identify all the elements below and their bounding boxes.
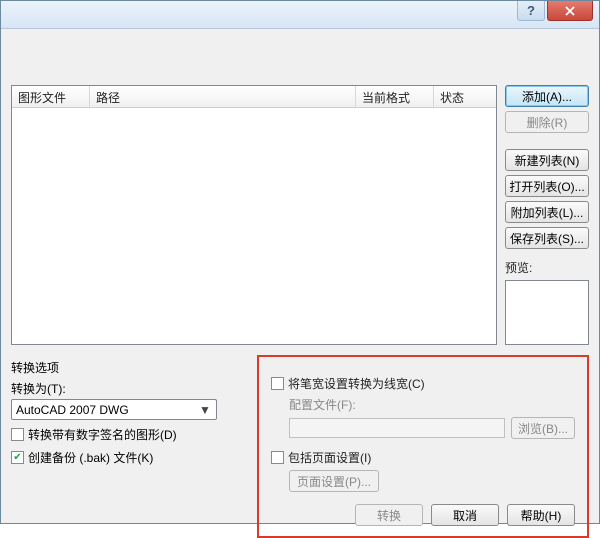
content-frame: 图形文件 路径 当前格式 状态 添加(A)... 删除(R) 新建列表(N) 打… [11, 85, 589, 513]
table-header: 图形文件 路径 当前格式 状态 [12, 86, 496, 108]
browse-button: 浏览(B)... [511, 417, 575, 439]
open-list-button[interactable]: 打开列表(O)... [505, 175, 589, 197]
col-format[interactable]: 当前格式 [356, 86, 434, 107]
chk-penwidth-label: 将笔宽设置转换为线宽(C) [288, 375, 425, 392]
convert-button: 转换 [355, 504, 423, 526]
col-status[interactable]: 状态 [434, 86, 496, 107]
top-area: 图形文件 路径 当前格式 状态 添加(A)... 删除(R) 新建列表(N) 打… [11, 85, 589, 345]
col-path[interactable]: 路径 [90, 86, 356, 107]
convert-group-title: 转换选项 [11, 359, 247, 376]
convert-to-combo[interactable]: AutoCAD 2007 DWG ▼ [11, 399, 217, 420]
help-icon: ? [527, 3, 535, 18]
chk-pagesetup-row[interactable]: 包括页面设置(I) [271, 449, 575, 466]
config-file-row: 配置文件(F): [289, 396, 575, 413]
chk-pagesetup-label: 包括页面设置(I) [288, 449, 371, 466]
cancel-button[interactable]: 取消 [431, 504, 499, 526]
new-list-button[interactable]: 新建列表(N) [505, 149, 589, 171]
checkbox-pagesetup[interactable] [271, 451, 284, 464]
config-file-label: 配置文件(F): [289, 396, 356, 413]
help-dialog-button[interactable]: 帮助(H) [507, 504, 575, 526]
chk-backup-row[interactable]: ✔ 创建备份 (.bak) 文件(K) [11, 449, 247, 466]
pagesetup-button: 页面设置(P)... [289, 470, 379, 492]
file-table[interactable]: 图形文件 路径 当前格式 状态 [11, 85, 497, 345]
convert-to-label: 转换为(T): [11, 380, 247, 397]
dialog-window: ? 图形文件 路径 当前格式 状态 添加(A) [0, 0, 600, 524]
preview-label: 预览: [505, 259, 589, 276]
highlighted-settings: 将笔宽设置转换为线宽(C) 配置文件(F): 浏览(B)... [257, 355, 589, 538]
chk-signed-label: 转换带有数字签名的图形(D) [28, 426, 177, 443]
side-buttons: 添加(A)... 删除(R) 新建列表(N) 打开列表(O)... 附加列表(L… [505, 85, 589, 345]
close-icon [564, 6, 576, 16]
lower-area: 转换选项 转换为(T): AutoCAD 2007 DWG ▼ 转换带有数字签名… [11, 355, 589, 538]
pagesetup-btn-row: 页面设置(P)... [289, 470, 575, 492]
checkbox-signed[interactable] [11, 428, 24, 441]
append-list-button[interactable]: 附加列表(L)... [505, 201, 589, 223]
client-area: 图形文件 路径 当前格式 状态 添加(A)... 删除(R) 新建列表(N) 打… [1, 29, 599, 523]
config-file-input [289, 418, 505, 438]
dialog-buttons: 转换 取消 帮助(H) [271, 504, 575, 526]
pagesetup-block: 包括页面设置(I) 页面设置(P)... [271, 449, 575, 492]
convert-options: 转换选项 转换为(T): AutoCAD 2007 DWG ▼ 转换带有数字签名… [11, 355, 247, 538]
chk-backup-label: 创建备份 (.bak) 文件(K) [28, 449, 153, 466]
col-file[interactable]: 图形文件 [12, 86, 90, 107]
preview-box [505, 280, 589, 345]
chk-penwidth-row[interactable]: 将笔宽设置转换为线宽(C) [271, 375, 575, 392]
help-button[interactable]: ? [517, 1, 545, 21]
checkbox-penwidth[interactable] [271, 377, 284, 390]
chk-signed-row[interactable]: 转换带有数字签名的图形(D) [11, 426, 247, 443]
checkbox-backup[interactable]: ✔ [11, 451, 24, 464]
config-file-input-row: 浏览(B)... [289, 417, 575, 439]
close-button[interactable] [547, 1, 593, 21]
add-button[interactable]: 添加(A)... [505, 85, 589, 107]
remove-button: 删除(R) [505, 111, 589, 133]
titlebar: ? [1, 1, 599, 29]
chevron-down-icon: ▼ [198, 403, 212, 417]
save-list-button[interactable]: 保存列表(S)... [505, 227, 589, 249]
penwidth-block: 将笔宽设置转换为线宽(C) 配置文件(F): 浏览(B)... [271, 375, 575, 439]
table-body[interactable] [12, 108, 496, 344]
convert-to-value: AutoCAD 2007 DWG [16, 403, 129, 417]
